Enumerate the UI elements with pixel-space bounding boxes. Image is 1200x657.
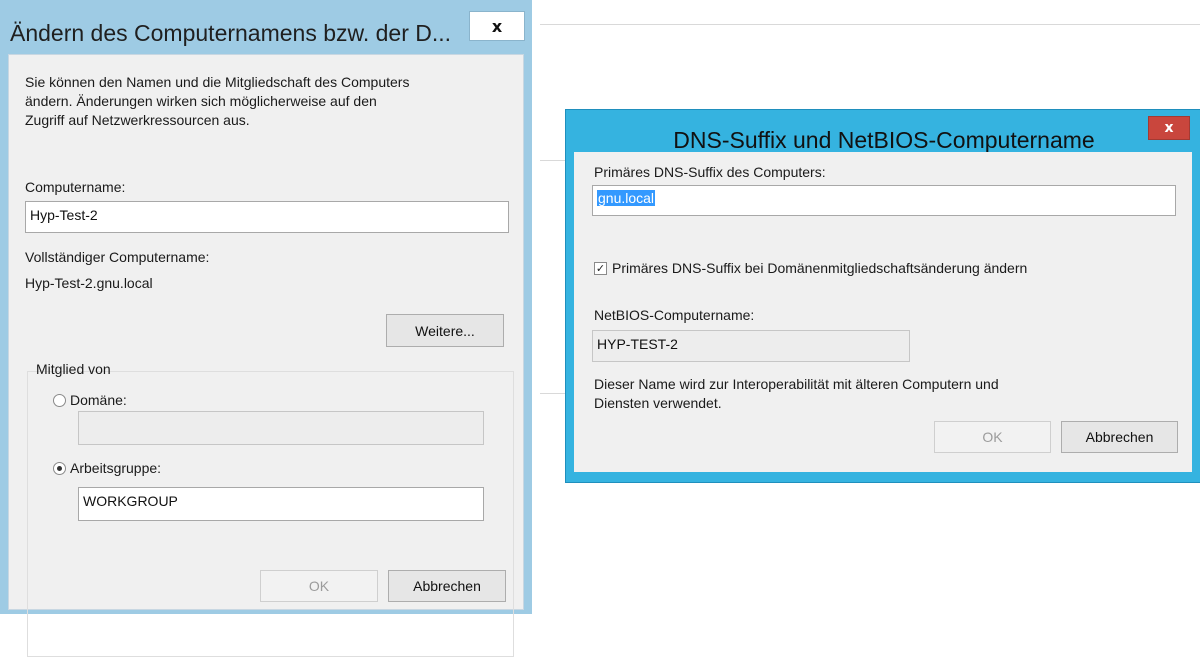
description-line: ändern. Änderungen wirken sich möglicher… <box>25 93 377 109</box>
domain-input[interactable] <box>78 411 484 445</box>
workgroup-label: Arbeitsgruppe: <box>70 460 162 476</box>
close-button[interactable]: x <box>469 11 525 41</box>
computer-name-dialog: Ändern des Computernamens bzw. der D... … <box>0 0 532 657</box>
change-dns-checkbox[interactable]: ✓ <box>594 262 607 275</box>
dialog-client-area: Primäres DNS-Suffix des Computers: gnu.l… <box>574 152 1192 472</box>
full-name-label: Vollständiger Computername: <box>25 249 210 265</box>
dialog-title: DNS-Suffix und NetBIOS-Computername <box>673 127 1095 153</box>
dns-suffix-value: gnu.local <box>597 190 656 206</box>
dns-suffix-input[interactable]: gnu.local <box>592 185 1176 216</box>
domain-label: Domäne: <box>70 392 127 408</box>
workgroup-radio[interactable] <box>53 462 66 475</box>
domain-radio[interactable] <box>53 394 66 407</box>
netbios-label: NetBIOS-Computername: <box>594 307 755 323</box>
info-text: Dieser Name wird zur Interoperabilität m… <box>594 375 999 413</box>
netbios-input: HYP-TEST-2 <box>592 330 910 362</box>
close-icon: x <box>491 16 503 36</box>
background-divider <box>540 24 1200 25</box>
dialog-title: Ändern des Computernamens bzw. der D... <box>10 20 452 46</box>
cancel-button[interactable]: Abbrechen <box>1061 421 1178 453</box>
ok-button[interactable]: OK <box>260 570 378 602</box>
description-line: Sie können den Namen und die Mitgliedsch… <box>25 74 410 90</box>
change-dns-label: Primäres DNS-Suffix bei Domänenmitglieds… <box>612 260 1028 276</box>
computer-name-input[interactable]: Hyp-Test-2 <box>25 201 509 233</box>
dns-suffix-dialog: DNS-Suffix und NetBIOS-Computername x Pr… <box>565 109 1200 483</box>
full-name-value: Hyp-Test-2.gnu.local <box>25 275 153 291</box>
workgroup-input[interactable]: WORKGROUP <box>78 487 484 521</box>
dialog-client-area: Sie können den Namen und die Mitgliedsch… <box>8 54 524 657</box>
more-button[interactable]: Weitere... <box>386 314 504 347</box>
member-of-label: Mitglied von <box>36 361 111 377</box>
close-icon: x <box>1164 120 1174 136</box>
info-line: Diensten verwendet. <box>594 395 722 411</box>
ok-button[interactable]: OK <box>934 421 1051 453</box>
description-text: Sie können den Namen und die Mitgliedsch… <box>25 73 409 130</box>
computer-name-label: Computername: <box>25 179 126 195</box>
dns-suffix-label: Primäres DNS-Suffix des Computers: <box>594 164 826 180</box>
info-line: Dieser Name wird zur Interoperabilität m… <box>594 376 999 392</box>
close-button[interactable]: x <box>1148 116 1190 140</box>
description-line: Zugriff auf Netzwerkressourcen aus. <box>25 112 250 128</box>
cancel-button[interactable]: Abbrechen <box>388 570 506 602</box>
